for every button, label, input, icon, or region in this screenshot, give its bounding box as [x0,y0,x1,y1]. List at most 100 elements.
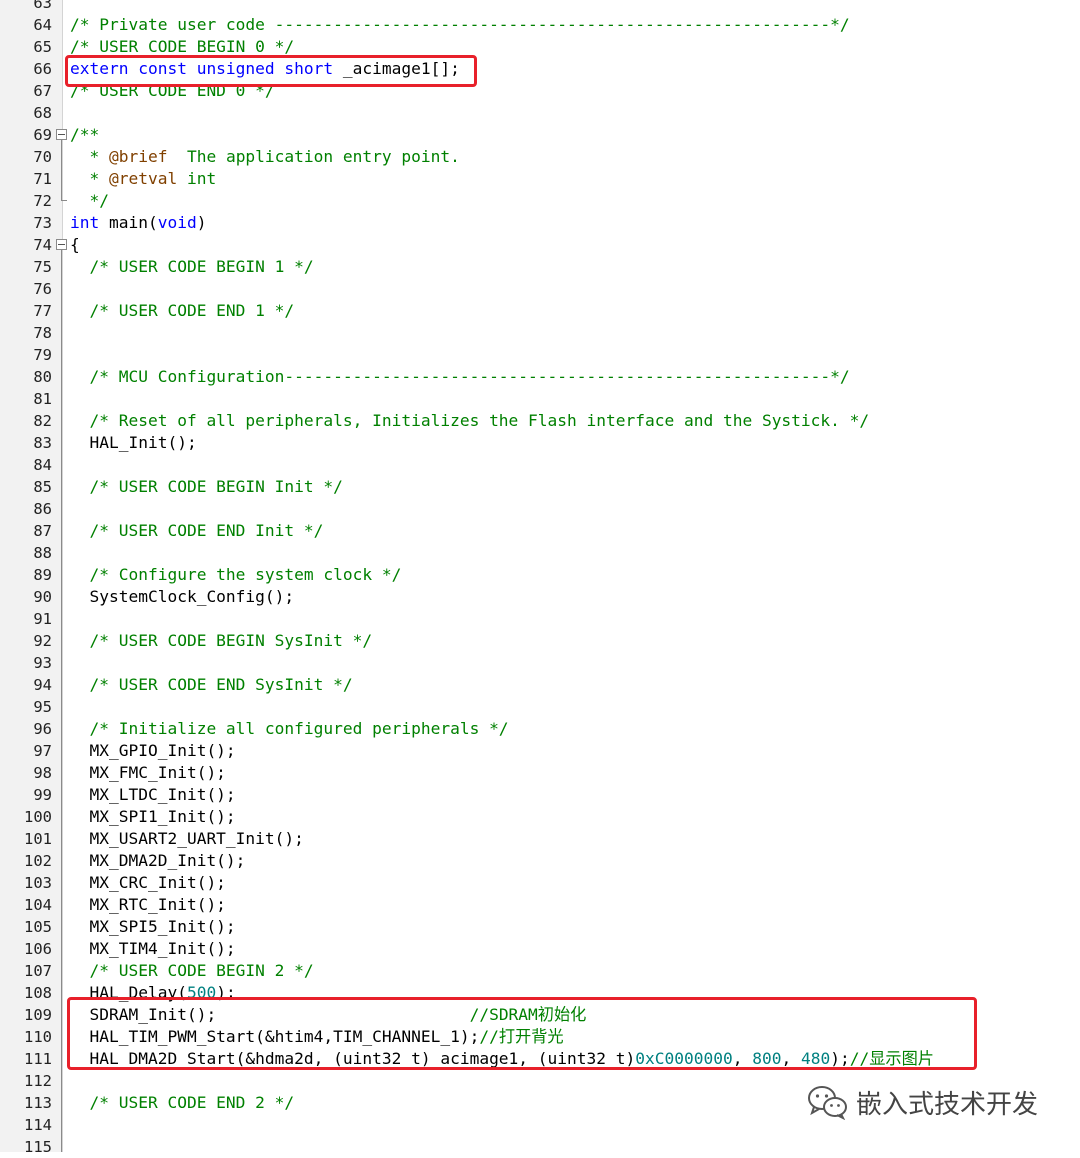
line-number: 90 [33,588,52,606]
code-line[interactable]: /* USER CODE BEGIN Init */ [70,476,343,498]
code-token: /* USER CODE END 2 */ [70,1093,295,1112]
code-line[interactable]: /* USER CODE END 1 */ [70,300,294,322]
code-token: HAL_Init(); [70,433,197,452]
code-line[interactable]: int main(void) [70,212,206,234]
code-line[interactable]: /* MCU Configuration--------------------… [70,366,850,388]
line-number: 102 [24,852,52,870]
line-number: 106 [24,940,52,958]
code-token: MX_SPI5_Init(); [70,917,236,936]
code-line[interactable]: /* Configure the system clock */ [70,564,401,586]
code-line[interactable]: */ [70,190,109,212]
line-number: 75 [33,258,52,276]
line-number: 81 [33,390,52,408]
code-line[interactable]: /* Initialize all configured peripherals… [70,718,509,740]
code-token: ) [196,213,207,232]
code-line[interactable]: /* USER CODE END SysInit */ [70,674,353,696]
line-number: 79 [33,346,52,364]
code-line[interactable]: { [70,234,80,256]
line-number: 85 [33,478,52,496]
line-number: 99 [33,786,52,804]
code-token: MX_DMA2D_Init(); [70,851,246,870]
line-number: 76 [33,280,52,298]
code-token: * [70,169,109,188]
code-token: * [70,147,109,166]
code-token: int [70,213,100,232]
code-line[interactable]: * @retval int [70,168,216,190]
line-number: 66 [33,60,52,78]
code-line[interactable]: MX_LTDC_Init(); [70,784,236,806]
code-line[interactable]: /* USER CODE END Init */ [70,520,323,542]
line-number: 100 [24,808,52,826]
code-token: MX_GPIO_Init(); [70,741,236,760]
code-token: MX_FMC_Init(); [70,763,226,782]
line-number: 87 [33,522,52,540]
code-line[interactable]: MX_RTC_Init(); [70,894,226,916]
line-number: 104 [24,896,52,914]
line-number: 112 [24,1072,52,1090]
line-number: 82 [33,412,52,430]
fold-end [61,200,67,201]
code-token: MX_LTDC_Init(); [70,785,236,804]
code-line[interactable]: MX_TIM4_Init(); [70,938,235,960]
line-number: 105 [24,918,52,936]
line-number: 68 [33,104,52,122]
code-token: MX_SPI1_Init(); [70,807,236,826]
code-line[interactable]: MX_GPIO_Init(); [70,740,236,762]
line-number: 103 [24,874,52,892]
highlight-box-extern [65,55,477,87]
line-number: 70 [33,148,52,166]
code-token: MX_CRC_Init(); [70,873,226,892]
line-number: 67 [33,82,52,100]
code-line[interactable]: /** [70,124,99,146]
line-number: 114 [24,1116,52,1134]
code-token: /* USER CODE END Init */ [70,521,324,540]
code-token: @retval [108,169,178,188]
line-number: 111 [24,1050,52,1068]
code-token: /** [70,125,100,144]
code-token: MX_RTC_Init(); [70,895,226,914]
code-token: /* Private user code -------------------… [70,15,850,34]
code-line[interactable]: /* Private user code -------------------… [70,14,850,36]
code-token: */ [70,191,109,210]
fold-toggle-icon[interactable] [56,239,67,250]
line-number: 109 [24,1006,52,1024]
code-line[interactable]: MX_USART2_UART_Init(); [70,828,303,850]
line-number: 97 [33,742,52,760]
code-token: /* USER CODE END SysInit */ [70,675,353,694]
code-line[interactable]: /* USER CODE END 2 */ [70,1092,294,1114]
code-token: /* USER CODE END 1 */ [70,301,295,320]
code-line[interactable]: /* USER CODE BEGIN 2 */ [70,960,314,982]
code-line[interactable]: MX_SPI1_Init(); [70,806,236,828]
code-token: @brief [108,147,168,166]
code-token: /* USER CODE BEGIN SysInit */ [70,631,373,650]
code-token: /* USER CODE BEGIN 2 */ [70,961,314,980]
code-token: /* USER CODE BEGIN Init */ [70,477,343,496]
code-line[interactable]: /* USER CODE BEGIN 1 */ [70,256,313,278]
line-number: 73 [33,214,52,232]
code-token: main( [99,213,158,232]
code-token: /* MCU Configuration--------------------… [70,367,850,386]
fold-line [61,250,62,1152]
line-number: 77 [33,302,52,320]
code-line[interactable]: /* USER CODE BEGIN SysInit */ [70,630,372,652]
code-line[interactable]: * @brief The application entry point. [70,146,459,168]
code-line[interactable]: HAL_Init(); [70,432,197,454]
line-number: 115 [24,1138,52,1156]
code-token: /* Initialize all configured peripherals… [70,719,509,738]
line-number: 78 [33,324,52,342]
line-number: 83 [33,434,52,452]
line-number: 63 [33,0,52,12]
line-number: 89 [33,566,52,584]
code-line[interactable]: SystemClock_Config(); [70,586,294,608]
code-line[interactable]: MX_CRC_Init(); [70,872,226,894]
code-line[interactable]: MX_FMC_Init(); [70,762,226,784]
code-line[interactable]: MX_DMA2D_Init(); [70,850,245,872]
line-number: 108 [24,984,52,1002]
fold-toggle-icon[interactable] [56,129,67,140]
code-token: { [70,235,80,254]
code-line[interactable]: /* Reset of all peripherals, Initializes… [70,410,869,432]
wechat-icon [808,1086,847,1120]
line-number: 92 [33,632,52,650]
code-line[interactable]: MX_SPI5_Init(); [70,916,236,938]
code-editor[interactable]: 63 64 65 66 67 68 69 70 71 72 73 74 75 76 77 78 79 80 81 82… [0,0,1080,1156]
